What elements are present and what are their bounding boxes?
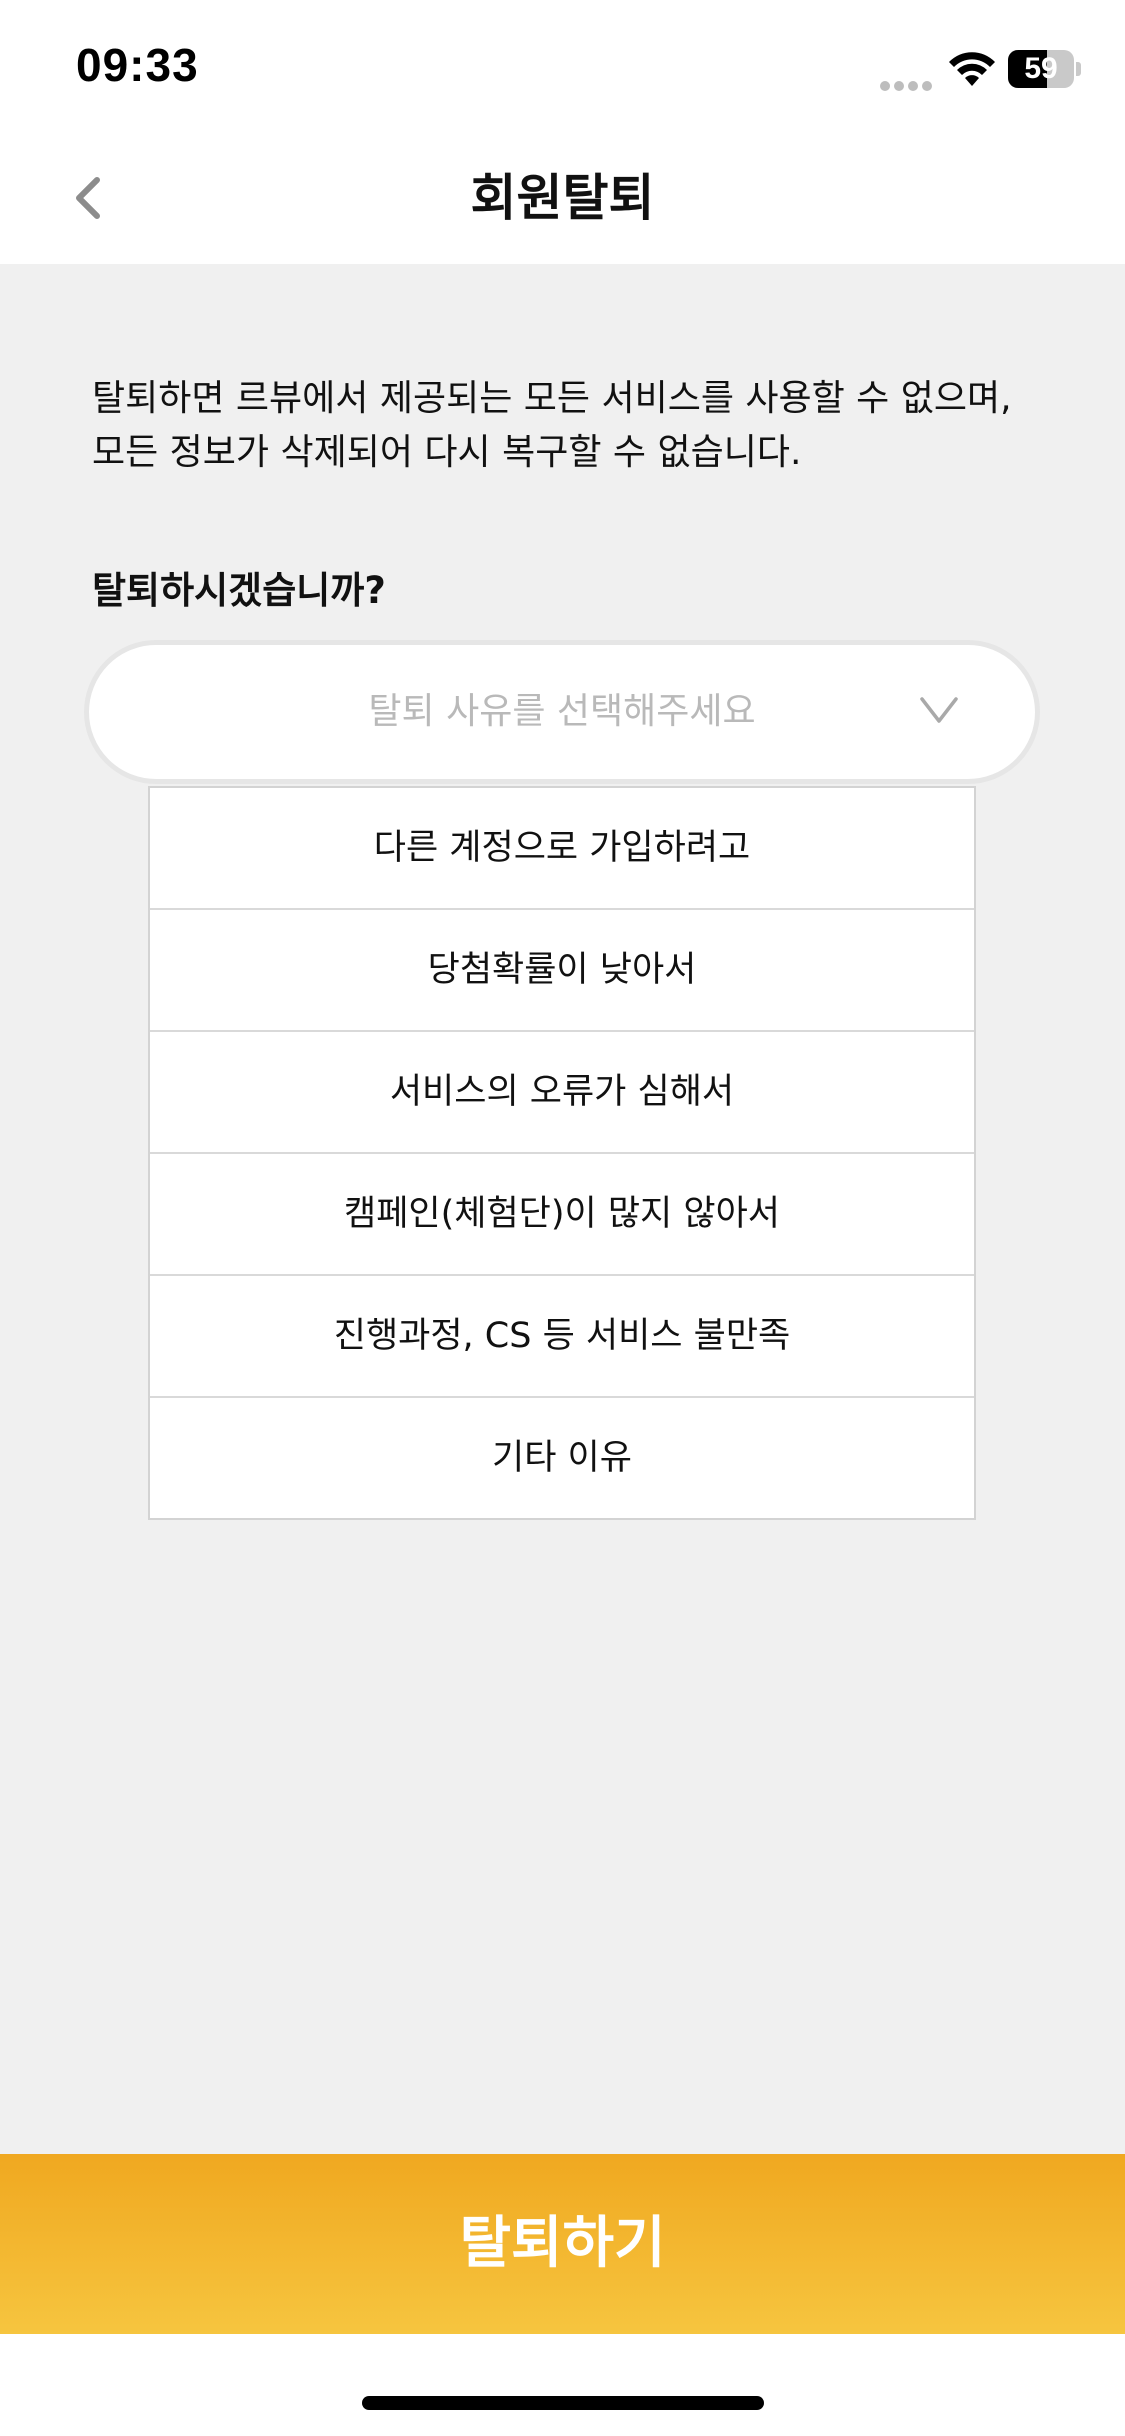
wifi-icon [949,52,995,86]
bottom-safe-area [0,2334,1125,2436]
reason-option[interactable]: 당첨확률이 낮아서 [150,910,974,1032]
notice-line-1: 탈퇴하면 르뷰에서 제공되는 모든 서비스를 사용할 수 없으며, [92,378,1012,419]
reason-select[interactable]: 탈퇴 사유를 선택해주세요 [84,640,1040,784]
withdraw-question: 탈퇴하시겠습니까? [92,569,386,612]
page-title: 회원탈퇴 [470,169,655,227]
notice-line-2: 모든 정보가 삭제되어 다시 복구할 수 없습니다. [92,432,802,473]
reason-option[interactable]: 다른 계정으로 가입하려고 [150,788,974,910]
chevron-down-icon [920,697,958,723]
status-bar: 09:33 59 [0,0,1125,132]
cellular-signal-icon [880,76,936,91]
reason-option[interactable]: 진행과정, CS 등 서비스 불만족 [150,1276,974,1398]
reason-option[interactable]: 캠페인(체험단)이 많지 않아서 [150,1154,974,1276]
withdraw-notice: 탈퇴하면 르뷰에서 제공되는 모든 서비스를 사용할 수 없으며, 모든 정보가… [92,372,1072,480]
reason-option[interactable]: 서비스의 오류가 심해서 [150,1032,974,1154]
reason-select-placeholder: 탈퇴 사유를 선택해주세요 [368,691,756,732]
reason-option[interactable]: 기타 이유 [150,1398,974,1518]
reason-dropdown: 다른 계정으로 가입하려고 당첨확률이 낮아서 서비스의 오류가 심해서 캠페인… [148,786,976,1520]
withdraw-button[interactable]: 탈퇴하기 [0,2154,1125,2334]
status-time: 09:33 [76,39,199,91]
battery-level: 59 [1024,52,1058,85]
nav-header: 회원탈퇴 [0,132,1125,264]
home-indicator [362,2396,764,2410]
battery-cap [1076,62,1081,76]
battery-icon: 59 [1008,50,1074,88]
